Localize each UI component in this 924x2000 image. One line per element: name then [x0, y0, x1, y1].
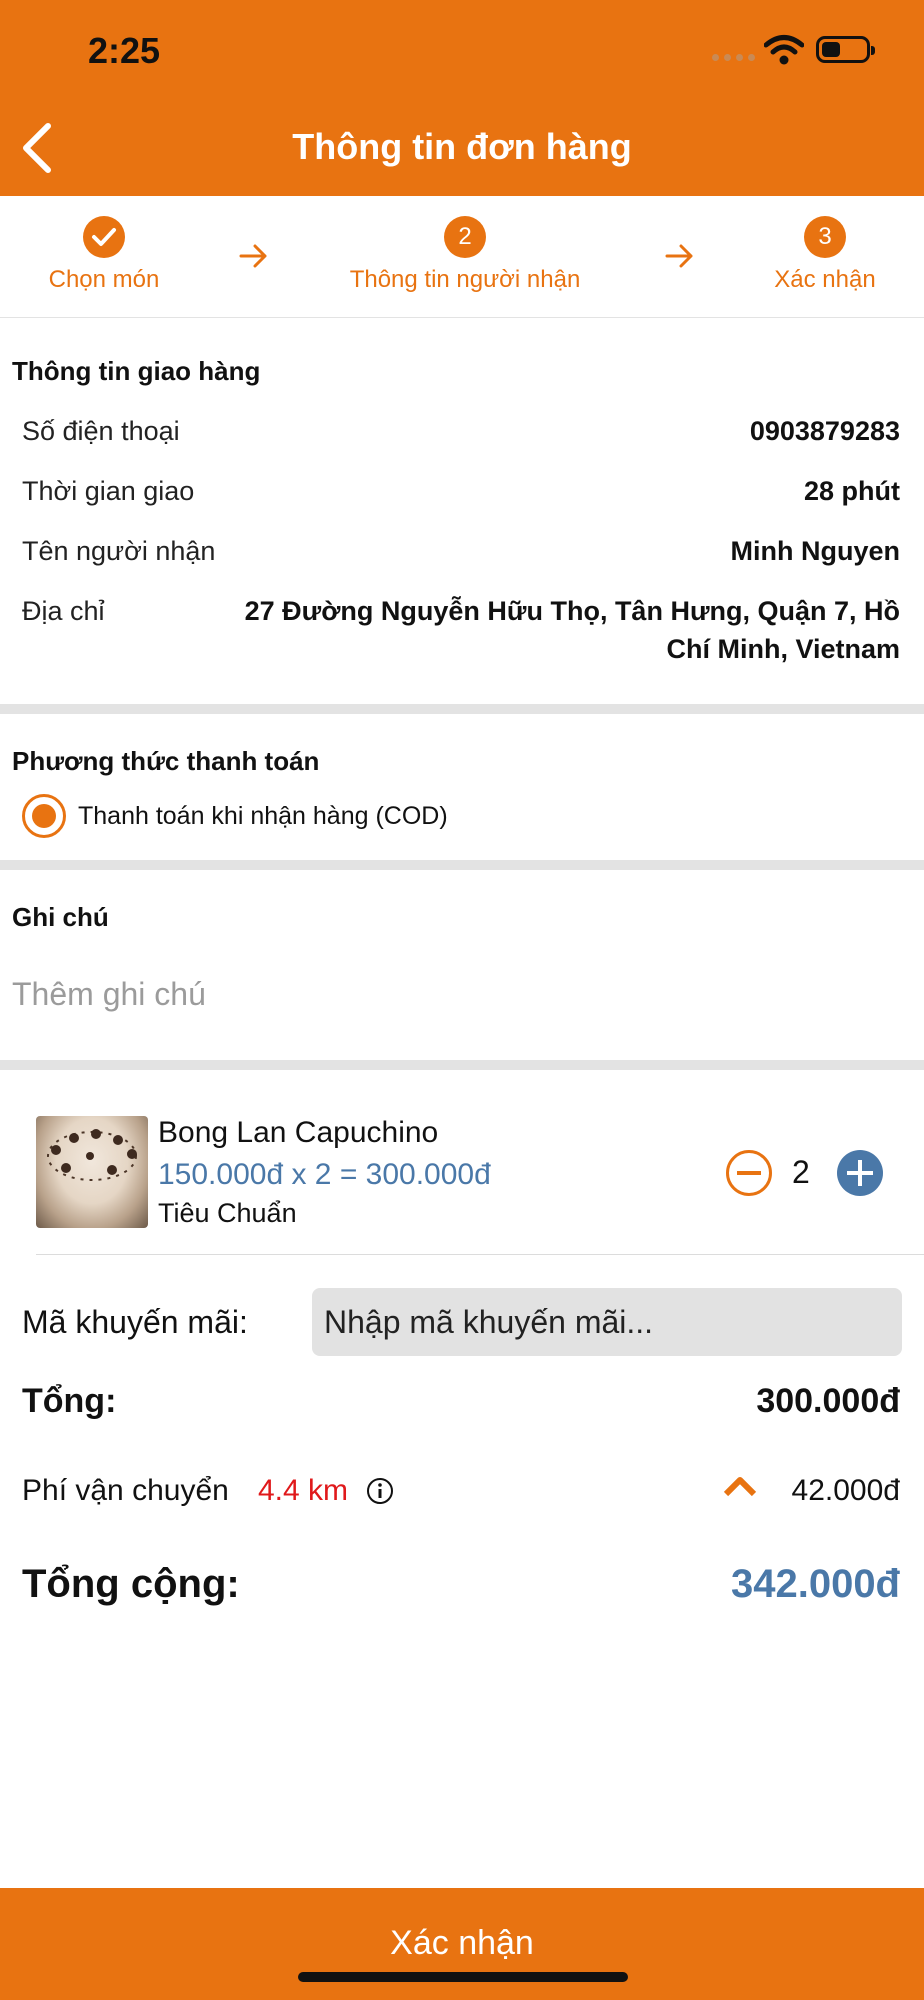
step-label: Chọn món [48, 266, 160, 293]
step-choose-dish[interactable]: Chọn món [44, 216, 164, 294]
section-divider [0, 860, 924, 870]
confirm-button-label[interactable]: Xác nhận [0, 1924, 924, 1963]
quantity-value: 2 [792, 1154, 810, 1190]
recipient-name-value: Minh Nguyen [730, 536, 901, 566]
step-label: Thông tin người nhận [349, 266, 581, 293]
address-line-1: 27 Đường Nguyễn Hữu Thọ, Tân Hưng, Quận … [244, 596, 900, 626]
delivery-time-value: 28 phút [803, 476, 900, 506]
decrease-quantity-button[interactable] [726, 1150, 772, 1196]
header-bar: 2:25 Thông tin đơn hàng [0, 0, 924, 196]
arrow-right-icon [239, 244, 267, 268]
section-divider [0, 704, 924, 714]
product-image [36, 1116, 148, 1228]
phone-value: 0903879283 [749, 416, 900, 446]
payment-section-title: Phương thức thanh toán [12, 746, 320, 776]
increase-quantity-button[interactable] [837, 1150, 883, 1196]
signal-icon [712, 54, 755, 61]
page-title: Thông tin đơn hàng [292, 126, 632, 167]
delivery-time-label: Thời gian giao [22, 476, 195, 506]
home-indicator [298, 1972, 628, 1982]
note-section-title: Ghi chú [12, 902, 109, 932]
cod-option-label[interactable]: Thanh toán khi nhận hàng (COD) [78, 802, 448, 831]
info-icon[interactable] [366, 1477, 394, 1505]
step-label: Xác nhận [774, 266, 876, 293]
check-icon [83, 216, 125, 258]
shipping-fee-value: 42.000đ [791, 1474, 900, 1507]
delivery-section-title: Thông tin giao hàng [12, 356, 261, 386]
chevron-up-icon[interactable] [722, 1474, 758, 1498]
status-time: 2:25 [88, 30, 161, 71]
product-price-line: 150.000đ x 2 = 300.000đ [158, 1158, 491, 1191]
shipping-label: Phí vận chuyển [22, 1474, 229, 1507]
cod-radio[interactable] [22, 794, 66, 838]
phone-label: Số điện thoại [22, 416, 180, 446]
grand-total-value: 342.000đ [730, 1562, 900, 1606]
step-confirm[interactable]: 3 Xác nhận [766, 216, 884, 294]
order-stepper: Chọn món 2 Thông tin người nhận 3 Xác nh… [0, 196, 924, 318]
wifi-icon [764, 35, 804, 65]
subtotal-value: 300.000đ [756, 1382, 900, 1420]
step-number: 2 [444, 216, 486, 258]
step-number: 3 [804, 216, 846, 258]
step-recipient-info[interactable]: 2 Thông tin người nhận [340, 216, 590, 294]
item-divider [36, 1254, 924, 1255]
battery-icon [816, 36, 875, 63]
note-input[interactable]: Thêm ghi chú [12, 976, 206, 1013]
subtotal-label: Tổng: [22, 1382, 117, 1420]
address-line-2: Chí Minh, Vietnam [666, 634, 900, 664]
promo-label: Mã khuyến mãi: [22, 1304, 248, 1340]
arrow-right-icon [665, 244, 693, 268]
product-name: Bong Lan Capuchino [158, 1116, 439, 1149]
section-divider [0, 1060, 924, 1070]
product-variant: Tiêu Chuẩn [158, 1198, 297, 1228]
address-label: Địa chỉ [22, 596, 105, 626]
grand-total-label: Tổng cộng: [22, 1562, 240, 1606]
shipping-distance: 4.4 km [258, 1474, 349, 1507]
promo-code-input[interactable]: Nhập mã khuyến mãi... [312, 1288, 902, 1356]
recipient-name-label: Tên người nhận [22, 536, 216, 566]
